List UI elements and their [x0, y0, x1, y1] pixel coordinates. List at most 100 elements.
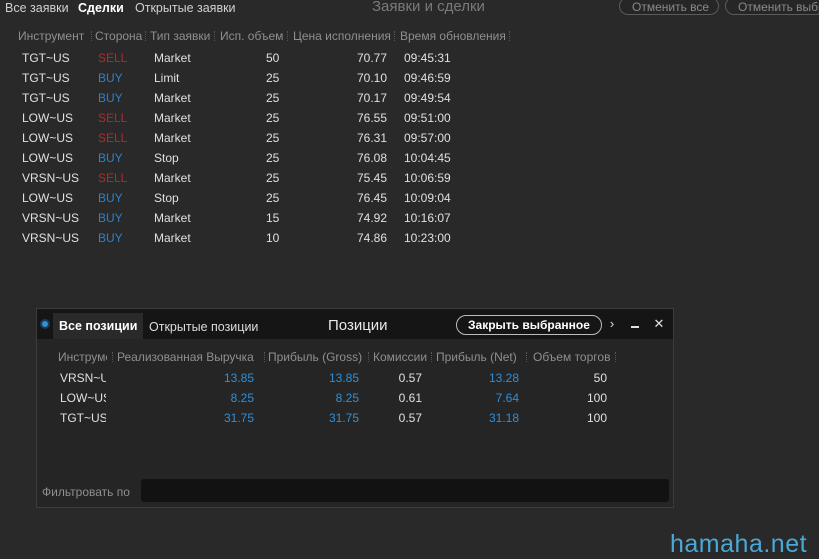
cell-revenue: 31.75 [223, 411, 254, 425]
tab-all-orders[interactable]: Все заявки [5, 1, 69, 15]
cell-qty: 50 [266, 51, 280, 65]
positions-panel-header: Все позиции Открытые позиции Позиции Зак… [37, 309, 673, 339]
filter-input[interactable] [141, 479, 669, 502]
cell-qty: 25 [266, 111, 280, 125]
col-gross-profit[interactable]: Прибыль (Gross) [268, 350, 368, 364]
col-separator[interactable] [287, 31, 289, 41]
cell-side: BUY [98, 71, 123, 85]
link-indicator-icon[interactable] [42, 321, 48, 327]
cell-time: 09:46:59 [404, 71, 451, 85]
cell-instrument: TGT~US [22, 71, 70, 85]
cell-revenue: 8.25 [230, 391, 254, 405]
cell-instrument: TGT~US [22, 91, 70, 105]
tab-open-positions[interactable]: Открытые позиции [149, 320, 258, 334]
cell-commission: 0.57 [398, 411, 422, 425]
close-icon[interactable]: ✕ [652, 317, 666, 331]
col-commission[interactable]: Комиссии [373, 350, 428, 364]
cell-net: 13.28 [488, 371, 519, 385]
cell-price: 76.31 [356, 131, 387, 145]
cell-time: 10:09:04 [404, 191, 451, 205]
col-separator[interactable] [264, 352, 266, 362]
cell-price: 76.08 [356, 151, 387, 165]
cell-qty: 10 [266, 231, 280, 245]
cell-volume: 100 [586, 391, 607, 405]
cell-time: 09:49:54 [404, 91, 451, 105]
cell-qty: 25 [266, 171, 280, 185]
col-separator[interactable] [509, 31, 511, 41]
minimize-icon[interactable] [628, 318, 642, 332]
col-separator[interactable] [145, 31, 147, 41]
cell-type: Stop [154, 191, 179, 205]
cell-type: Market [154, 131, 191, 145]
col-instrument[interactable]: Инструмент [58, 350, 107, 364]
close-selected-button[interactable]: Закрыть выбранное [456, 315, 602, 335]
cell-revenue: 13.85 [223, 371, 254, 385]
cell-instrument: VRSN~US [22, 171, 80, 185]
col-separator[interactable] [394, 31, 396, 41]
col-separator[interactable] [615, 352, 617, 362]
cell-net: 31.18 [488, 411, 519, 425]
cell-instrument: VRSN~US [60, 371, 106, 385]
cell-price: 75.45 [356, 171, 387, 185]
tab-open-orders[interactable]: Открытые заявки [135, 1, 236, 15]
col-side[interactable]: Сторона [95, 29, 142, 43]
col-order-type[interactable]: Тип заявки [150, 29, 210, 43]
cell-instrument: TGT~US [22, 51, 70, 65]
cell-net: 7.64 [495, 391, 519, 405]
cell-commission: 0.61 [398, 391, 422, 405]
cell-type: Stop [154, 151, 179, 165]
cell-side: BUY [98, 91, 123, 105]
cell-time: 09:51:00 [404, 111, 451, 125]
col-filled-qty[interactable]: Исп. объем [220, 29, 283, 43]
cell-price: 74.92 [356, 211, 387, 225]
cell-instrument: LOW~US [60, 391, 106, 405]
cell-type: Market [154, 111, 191, 125]
col-separator[interactable] [91, 31, 93, 41]
cancel-selected-button[interactable]: Отменить выбранное [725, 0, 819, 15]
cell-type: Limit [154, 71, 180, 85]
tab-trades[interactable]: Сделки [78, 1, 124, 15]
col-separator[interactable] [526, 352, 528, 362]
col-instrument[interactable]: Инструмент [18, 29, 84, 43]
cell-price: 70.77 [356, 51, 387, 65]
cell-qty: 25 [266, 131, 280, 145]
cell-qty: 15 [266, 211, 280, 225]
cell-volume: 100 [586, 411, 607, 425]
col-update-time[interactable]: Время обновления [400, 29, 506, 43]
col-separator[interactable] [368, 352, 370, 362]
chevron-right-icon[interactable]: › [605, 317, 619, 331]
cell-time: 09:45:31 [404, 51, 451, 65]
col-trade-volume[interactable]: Объем торгов [533, 350, 618, 364]
cell-qty: 25 [266, 191, 280, 205]
col-realized-revenue[interactable]: Реализованная Выручка [117, 350, 262, 364]
col-separator[interactable] [431, 352, 433, 362]
cell-type: Market [154, 91, 191, 105]
filter-label: Фильтровать по [42, 485, 130, 499]
cell-volume: 50 [593, 371, 607, 385]
cell-side: SELL [98, 111, 128, 125]
cancel-all-button[interactable]: Отменить все [619, 0, 719, 15]
cell-side: BUY [98, 211, 123, 225]
col-fill-price[interactable]: Цена исполнения [293, 29, 391, 43]
col-net-profit[interactable]: Прибыль (Net) [436, 350, 526, 364]
cell-instrument: VRSN~US [22, 231, 80, 245]
cell-price: 76.45 [356, 191, 387, 205]
cell-qty: 25 [266, 151, 280, 165]
cell-side: BUY [98, 191, 123, 205]
cell-qty: 25 [266, 71, 280, 85]
cell-side: SELL [98, 131, 128, 145]
cell-time: 10:16:07 [404, 211, 451, 225]
cell-instrument: LOW~US [22, 111, 74, 125]
cell-type: Market [154, 171, 191, 185]
cell-side: SELL [98, 51, 128, 65]
cell-type: Market [154, 231, 191, 245]
cell-time: 10:23:00 [404, 231, 451, 245]
cell-time: 10:06:59 [404, 171, 451, 185]
col-separator[interactable] [112, 352, 114, 362]
cell-type: Market [154, 211, 191, 225]
col-separator[interactable] [214, 31, 216, 41]
positions-panel: Все позиции Открытые позиции Позиции Зак… [36, 308, 674, 508]
window-title: Заявки и сделки [372, 0, 485, 15]
cell-side: BUY [98, 231, 123, 245]
tab-all-positions[interactable]: Все позиции [53, 313, 144, 339]
